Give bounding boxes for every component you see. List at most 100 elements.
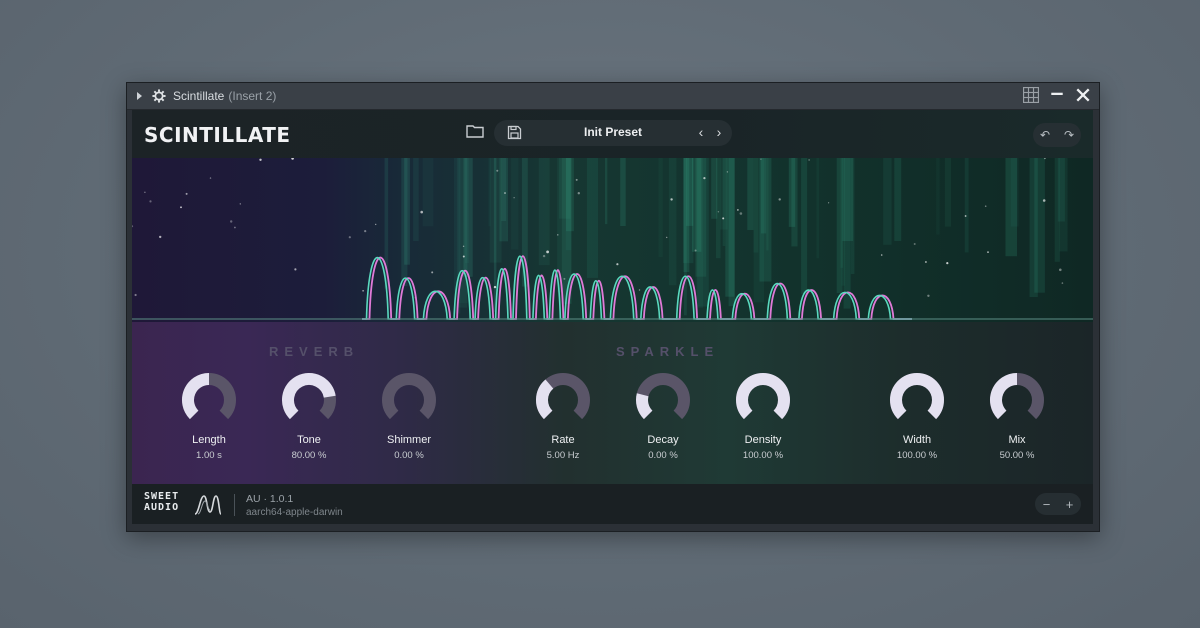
knob-density[interactable]: Density 100.00 % (723, 372, 803, 464)
light-streak (463, 158, 473, 277)
minimize-icon[interactable] (1049, 87, 1065, 103)
light-streak (586, 158, 598, 278)
light-streak (964, 158, 969, 253)
star (984, 205, 987, 207)
light-streak (841, 158, 845, 286)
window-title: Scintillate (173, 89, 225, 103)
undo-button[interactable]: ↶ (1040, 128, 1050, 142)
knob-fill (182, 373, 210, 420)
knob-shimmer[interactable]: Shimmer 0.00 % (369, 372, 449, 464)
star (185, 192, 188, 195)
star (364, 230, 367, 233)
next-preset-button[interactable]: › (712, 124, 726, 140)
knob-dial[interactable] (281, 372, 337, 428)
star (946, 262, 949, 265)
brand-top: SWEET (144, 491, 180, 502)
star (431, 271, 434, 274)
star (670, 198, 673, 201)
star (666, 236, 668, 239)
waveform-logo-icon (194, 495, 222, 515)
title-bar: Scintillate (Insert 2) (127, 83, 1099, 110)
star (259, 158, 262, 161)
brand-bottom: AUDIO (144, 502, 180, 513)
light-streak (658, 158, 663, 257)
knob-dial[interactable] (181, 372, 237, 428)
zoom-out-button[interactable]: − (1043, 497, 1051, 512)
star (375, 223, 377, 226)
light-streak (816, 158, 820, 259)
light-streak (728, 158, 735, 307)
light-streak (488, 158, 491, 227)
section-title-reverb: REVERB (269, 344, 360, 359)
knob-dial[interactable] (989, 372, 1045, 428)
star (987, 251, 989, 253)
redo-button[interactable]: ↷ (1064, 128, 1074, 142)
folder-icon[interactable] (466, 124, 484, 138)
light-streak (1059, 158, 1068, 252)
star (159, 235, 162, 239)
spectrum-graph (132, 158, 1093, 320)
star (504, 192, 506, 194)
window-subtitle: (Insert 2) (228, 89, 277, 103)
light-streak (668, 158, 677, 286)
light-streak (413, 158, 419, 241)
preset-selector[interactable]: Init Preset ‹ › (494, 120, 732, 146)
knob-fill (536, 379, 554, 420)
knob-label: Decay (647, 434, 679, 446)
star (209, 177, 212, 179)
star (557, 234, 559, 236)
grid-icon[interactable] (1023, 87, 1039, 103)
footer-divider (234, 494, 235, 516)
light-streak (620, 158, 626, 226)
star (546, 250, 549, 254)
knob-value: 50.00 % (999, 450, 1035, 461)
light-streak (422, 158, 434, 227)
star (144, 191, 146, 193)
knob-dial[interactable] (635, 372, 691, 428)
controls-panel: REVERB SPARKLE Length 1.00 s Tone 80.00 … (132, 322, 1093, 484)
knob-rate[interactable]: Rate 5.00 Hz (523, 372, 603, 464)
star (132, 225, 134, 228)
knob-value: 0.00 % (648, 450, 678, 461)
light-streak (883, 158, 892, 245)
star (180, 206, 182, 209)
star (964, 215, 967, 217)
expand-arrow-icon[interactable] (137, 92, 142, 100)
close-icon[interactable] (1075, 87, 1091, 103)
knob-dial[interactable] (535, 372, 591, 428)
plugin-footer: SWEET AUDIO AU · 1.0.1 aarch64-apple-dar… (132, 484, 1093, 524)
star (739, 212, 743, 215)
light-streak (801, 158, 808, 294)
zoom-in-button[interactable]: + (1066, 497, 1074, 512)
brand-wordmark: SWEET AUDIO (144, 491, 186, 517)
knob-length[interactable]: Length 1.00 s (169, 372, 249, 464)
light-streak (404, 158, 410, 265)
prev-preset-button[interactable]: ‹ (694, 124, 708, 140)
star (234, 226, 236, 229)
knob-label: Shimmer (386, 434, 431, 446)
knob-tone[interactable]: Tone 80.00 % (269, 372, 349, 464)
star (1059, 268, 1062, 272)
star (638, 289, 641, 291)
star (717, 211, 720, 213)
knob-mix[interactable]: Mix 50.00 % (977, 372, 1057, 464)
star (134, 293, 137, 297)
knob-dial[interactable] (381, 372, 437, 428)
zoom-controls: − + (1035, 493, 1081, 515)
knob-fill (890, 373, 944, 420)
star (694, 249, 697, 252)
star (291, 158, 294, 160)
light-streak (511, 158, 519, 250)
star (703, 177, 706, 180)
knob-decay[interactable]: Decay 0.00 % (623, 372, 703, 464)
knob-width[interactable]: Width 100.00 % (877, 372, 957, 464)
knob-dial[interactable] (735, 372, 791, 428)
light-streak (716, 158, 721, 259)
knob-value: 5.00 Hz (546, 450, 580, 461)
plugin-body: SCINTILLATE Init Preset ‹ › ↶ ↷ REVERB S… (132, 110, 1093, 524)
knob-dial[interactable] (889, 372, 945, 428)
star (496, 169, 499, 172)
star (913, 243, 916, 245)
gear-icon[interactable] (152, 89, 166, 103)
light-streak (1005, 158, 1017, 257)
